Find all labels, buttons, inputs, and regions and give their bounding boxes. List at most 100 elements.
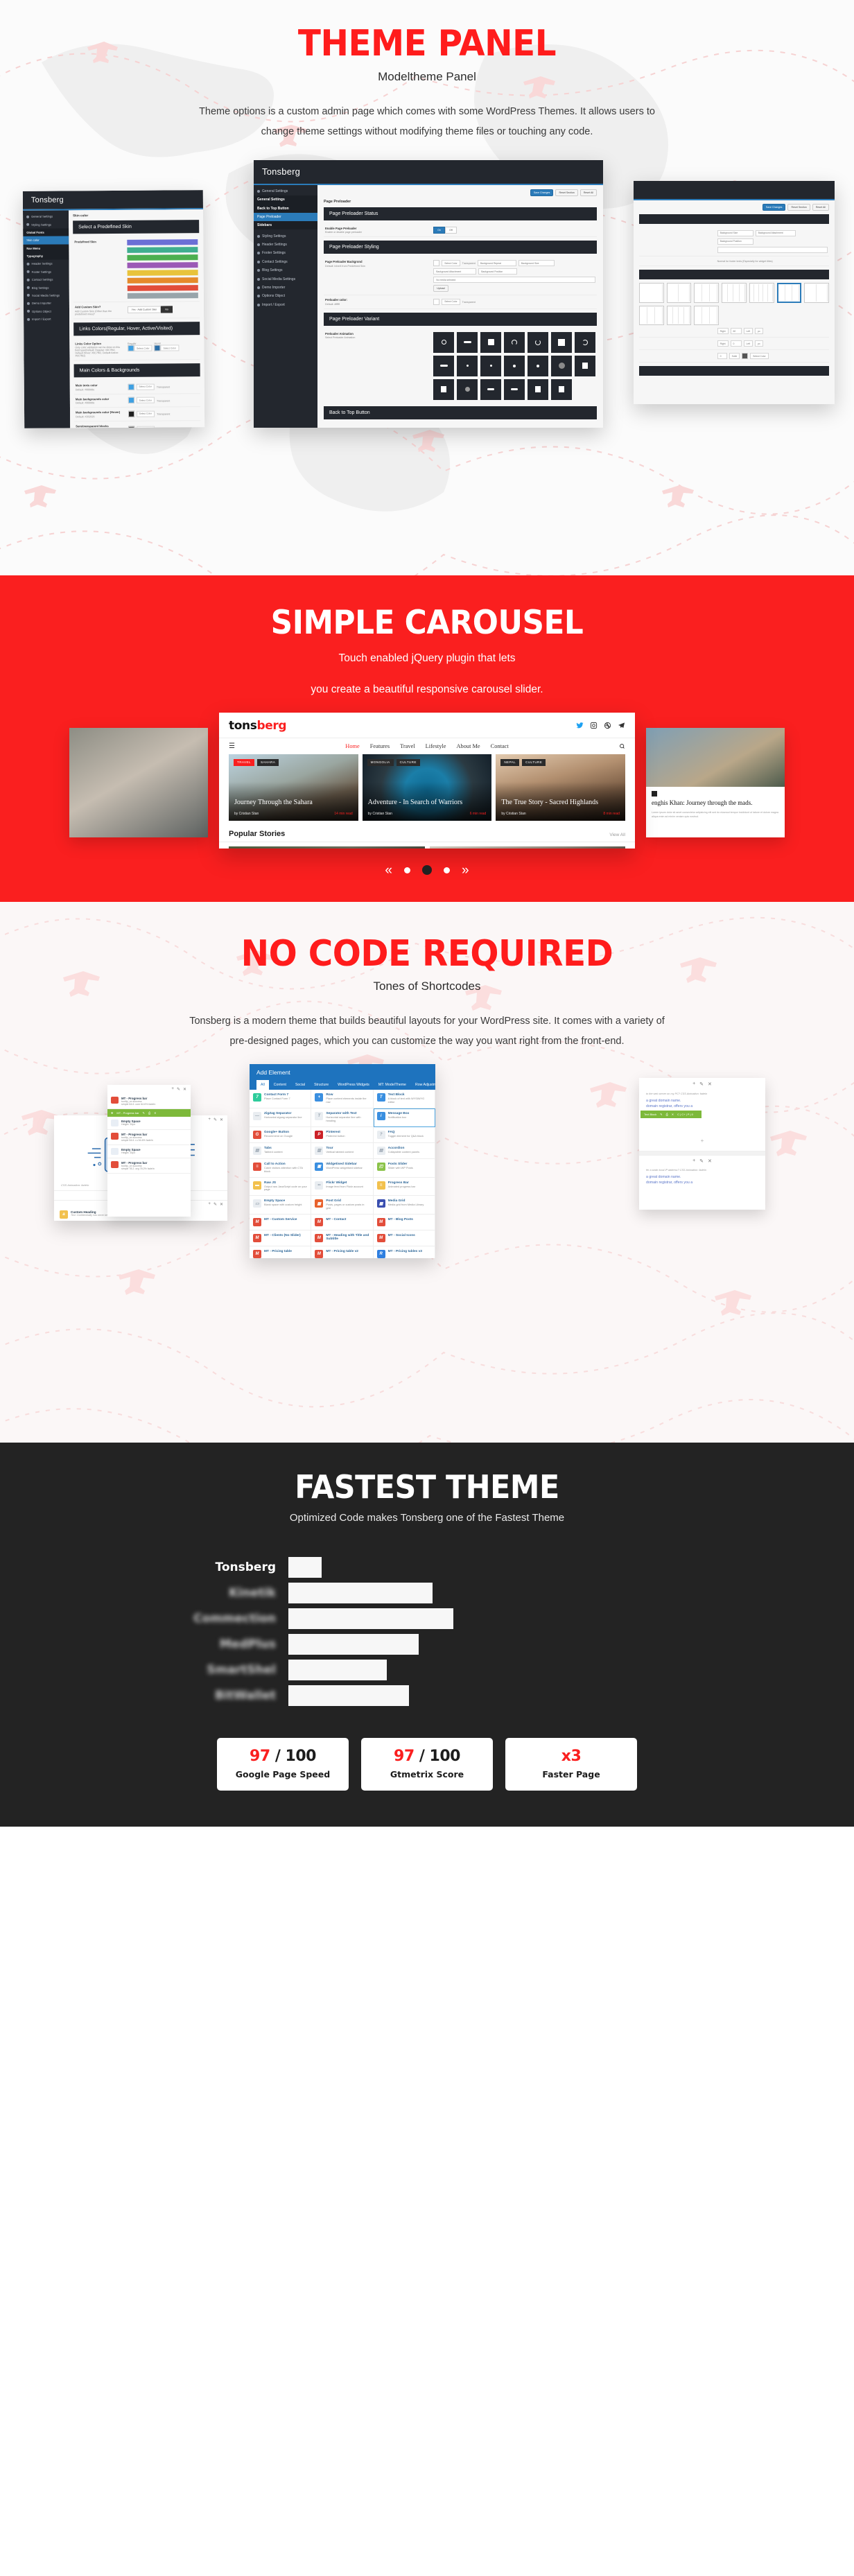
color-swatch[interactable] bbox=[128, 383, 134, 390]
admin-window-page-preloader[interactable]: Tonsberg General Settings General Settin… bbox=[254, 159, 603, 428]
color-swatch[interactable] bbox=[433, 260, 440, 267]
select-color-button[interactable]: Select Color bbox=[442, 260, 460, 267]
social-links[interactable] bbox=[576, 722, 625, 729]
carousel-main-slide[interactable]: tonsberg ☰ Home Features Travel Lifestyl… bbox=[219, 712, 635, 848]
sidebar-item[interactable]: Footer Settings bbox=[24, 268, 69, 276]
toggle-on[interactable]: On bbox=[433, 226, 445, 234]
sidebar-item[interactable]: Import / Export bbox=[24, 315, 69, 323]
background-size-select[interactable]: Background Size bbox=[717, 229, 753, 236]
nav-item-contact[interactable]: Contact bbox=[491, 743, 509, 749]
badge-gtmetrix-score[interactable]: 97 / 100 Gtmetrix Score bbox=[361, 1738, 493, 1791]
element-item[interactable]: ▣ Widgetised Sidebar WordPress widgetised … bbox=[311, 1158, 374, 1178]
preloader-option[interactable] bbox=[504, 355, 525, 376]
add-icon[interactable]: + bbox=[208, 1202, 211, 1207]
carousel-dot[interactable] bbox=[404, 867, 410, 873]
transparent-checkbox-label[interactable]: Transparent bbox=[462, 262, 476, 265]
add-element-tabs[interactable]: All Content Social Structure WordPress W… bbox=[256, 1080, 435, 1090]
carousel-prev-button[interactable]: « bbox=[385, 864, 392, 877]
layout-option[interactable] bbox=[639, 283, 664, 303]
add-element-plus[interactable]: + bbox=[639, 1118, 765, 1151]
featured-card[interactable]: TRAVEL SAHARA Journey Through the Sahara … bbox=[229, 754, 358, 821]
layout-option[interactable] bbox=[666, 283, 692, 303]
border-value[interactable]: 0 bbox=[717, 353, 727, 360]
tab-mt-modeltheme[interactable]: MT: ModelTheme bbox=[374, 1080, 410, 1090]
element-item[interactable]: + Row Place content elements inside the ro… bbox=[311, 1090, 374, 1109]
preloader-option[interactable] bbox=[551, 378, 573, 400]
color-swatch[interactable] bbox=[128, 410, 134, 417]
vc-text-block-window[interactable]: + ✎ ✕ to the web server on my PC? CSS Anim… bbox=[639, 1078, 765, 1210]
background-attachment-select[interactable]: Background Attachment bbox=[755, 229, 796, 236]
element-item[interactable]: ▭ Empty Space Blank space with custom heig… bbox=[250, 1196, 312, 1215]
close-icon[interactable]: ✕ bbox=[220, 1202, 223, 1207]
carousel-slide-right[interactable]: enghis Khan: Journey through the mads. L… bbox=[646, 727, 785, 837]
popular-story-thumb[interactable] bbox=[229, 846, 425, 848]
element-item[interactable]: ▦ Media Grid Media grid from Media Library bbox=[373, 1196, 435, 1215]
card-tag[interactable]: SAHARA bbox=[256, 758, 279, 766]
element-item[interactable]: R MT - Pricing tables v3 bbox=[374, 1246, 435, 1259]
preloader-option[interactable] bbox=[528, 355, 549, 376]
color-swatch[interactable] bbox=[433, 298, 440, 305]
sidebar-item[interactable]: Header Settings bbox=[254, 241, 317, 249]
popular-story-thumb[interactable] bbox=[429, 846, 625, 848]
color-swatch[interactable] bbox=[128, 426, 134, 428]
sidebar-item-page-preloader[interactable]: Page Preloader bbox=[254, 212, 317, 222]
save-changes-button[interactable]: Save Changes bbox=[530, 189, 554, 196]
sidebar-item-sidebars[interactable]: Sidebars bbox=[254, 221, 317, 230]
preloader-option-selected[interactable] bbox=[457, 331, 478, 353]
select-color-button[interactable]: Select Color bbox=[136, 397, 155, 403]
preloader-option[interactable] bbox=[528, 378, 549, 400]
edit-icon[interactable]: ✎ bbox=[214, 1117, 217, 1122]
border-style-select[interactable]: Solid bbox=[729, 353, 740, 360]
badge-faster-page[interactable]: x3 Faster Page bbox=[505, 1738, 637, 1791]
layout-option[interactable] bbox=[694, 305, 720, 326]
tab-wordpress-widgets[interactable]: WordPress Widgets bbox=[333, 1080, 374, 1090]
main-navigation[interactable]: ☰ Home Features Travel Lifestyle About M… bbox=[219, 737, 635, 754]
custom-skin-yes[interactable]: Yes - Add Custom Skin bbox=[127, 306, 162, 313]
preloader-animation-grid[interactable] bbox=[433, 331, 596, 400]
site-logo[interactable]: tonsberg bbox=[229, 719, 286, 733]
preloader-option[interactable] bbox=[480, 378, 502, 400]
element-item[interactable]: •• Flickr Widget Image feed from Flickr ac… bbox=[311, 1177, 374, 1196]
add-icon[interactable]: + bbox=[692, 1158, 695, 1164]
reset-section-button[interactable]: Reset Section bbox=[555, 189, 578, 196]
add-element-window[interactable]: Add Element All Content Social Structure… bbox=[250, 1064, 435, 1259]
transparent-checkbox-label[interactable]: Transparent bbox=[157, 385, 170, 388]
sidebar-item[interactable]: General Settings bbox=[23, 212, 69, 220]
nav-item-about-me[interactable]: About Me bbox=[456, 743, 480, 749]
sidebar-item[interactable]: Header Settings bbox=[24, 259, 69, 268]
select-color-button[interactable]: Select Color bbox=[136, 425, 155, 428]
element-item[interactable]: ▬ Raw JS Output raw JavaScript code on you… bbox=[250, 1177, 312, 1196]
add-icon[interactable]: + bbox=[692, 1081, 695, 1087]
sidebar-item[interactable]: Contact Settings bbox=[24, 275, 69, 284]
row-list-item[interactable]: MT - Progress bar tooltip_on success sim… bbox=[107, 1158, 191, 1174]
background-position-select[interactable]: Background Position bbox=[478, 268, 518, 275]
element-item[interactable]: T Separator with Text Horizontal separator… bbox=[311, 1108, 374, 1127]
footer-layout-picker[interactable] bbox=[639, 283, 829, 326]
add-icon[interactable]: + bbox=[171, 1087, 174, 1092]
preloader-option[interactable] bbox=[551, 331, 573, 353]
element-item[interactable]: M MT - Blog Posts bbox=[373, 1215, 435, 1231]
edit-icon[interactable]: ✎ bbox=[660, 1113, 662, 1116]
media-field[interactable]: No media selected bbox=[433, 277, 595, 284]
carousel-slide-left[interactable] bbox=[69, 727, 208, 837]
preloader-option[interactable] bbox=[433, 331, 455, 353]
admin-sidebar-left[interactable]: General Settings Styling Settings Global… bbox=[23, 210, 71, 428]
tab-all[interactable]: All bbox=[256, 1080, 269, 1090]
edit-icon[interactable]: ✎ bbox=[214, 1202, 217, 1207]
preloader-option[interactable] bbox=[433, 378, 455, 400]
color-swatch[interactable] bbox=[742, 353, 749, 360]
element-item[interactable]: 7 Contact Form 7 Place Contact Form 7 bbox=[250, 1090, 312, 1109]
element-item[interactable]: M MT - Pricing table v2 bbox=[311, 1246, 374, 1259]
close-icon[interactable]: ✕ bbox=[708, 1081, 712, 1087]
preloader-option[interactable] bbox=[457, 378, 478, 400]
select-color-button[interactable]: Select Color bbox=[442, 298, 460, 305]
sidebar-item[interactable]: Blog Settings bbox=[24, 283, 69, 291]
select-color-button[interactable]: Select Color bbox=[136, 383, 155, 390]
sidebar-item[interactable]: Global Fonts bbox=[23, 227, 69, 236]
sidebar-item[interactable]: Options Object bbox=[24, 307, 69, 315]
layout-option[interactable] bbox=[749, 283, 774, 303]
dribbble-icon[interactable] bbox=[604, 722, 611, 729]
nav-item-home[interactable]: Home bbox=[345, 743, 359, 749]
skin-swatch[interactable] bbox=[127, 269, 198, 276]
featured-card[interactable]: NEPAL CULTURE The True Story - Sacred Hig… bbox=[496, 754, 626, 821]
